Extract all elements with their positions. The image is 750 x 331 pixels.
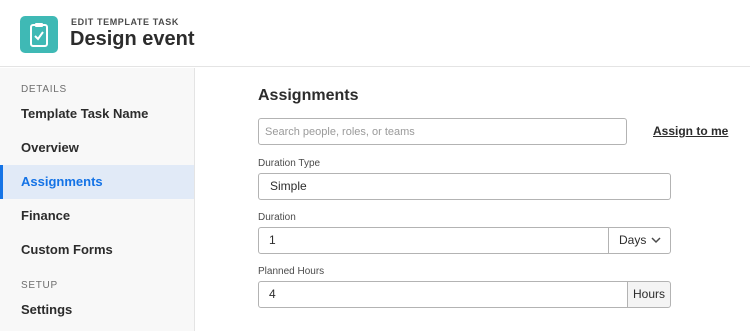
header-eyebrow: EDIT TEMPLATE TASK (71, 17, 179, 27)
assignee-search-input[interactable] (258, 118, 627, 145)
duration-field: 1 Days (258, 227, 671, 254)
sidebar-section-details: DETAILS (21, 84, 67, 95)
assign-to-me-link[interactable]: Assign to me (653, 124, 728, 138)
duration-type-value: Simple (270, 179, 307, 193)
section-title: Assignments (258, 87, 359, 104)
planned-hours-label: Planned Hours (258, 266, 325, 277)
duration-unit-select[interactable]: Days (608, 228, 670, 253)
sidebar: DETAILS Template Task Name Overview Assi… (0, 68, 195, 331)
page-title: Design event (70, 28, 195, 50)
duration-type-field[interactable]: Simple (258, 173, 671, 200)
sidebar-section-setup: SETUP (21, 280, 58, 291)
sidebar-item-assignments[interactable]: Assignments (0, 165, 194, 199)
duration-label: Duration (258, 212, 296, 223)
sidebar-item-settings[interactable]: Settings (0, 293, 194, 327)
planned-hours-field: 4 Hours (258, 281, 671, 308)
sidebar-item-template-task-name[interactable]: Template Task Name (0, 97, 194, 131)
sidebar-item-overview[interactable]: Overview (0, 131, 194, 165)
duration-input[interactable]: 1 (269, 228, 276, 253)
duration-unit-value: Days (619, 233, 647, 247)
chevron-down-icon (651, 237, 661, 244)
duration-type-label: Duration Type (258, 158, 321, 169)
clipboard-check-icon (20, 16, 58, 53)
sidebar-item-finance[interactable]: Finance (0, 199, 194, 233)
page-header: EDIT TEMPLATE TASK Design event (0, 0, 750, 67)
planned-hours-unit: Hours (627, 281, 671, 308)
planned-hours-input[interactable]: 4 (258, 281, 628, 308)
sidebar-item-custom-forms[interactable]: Custom Forms (0, 233, 194, 267)
